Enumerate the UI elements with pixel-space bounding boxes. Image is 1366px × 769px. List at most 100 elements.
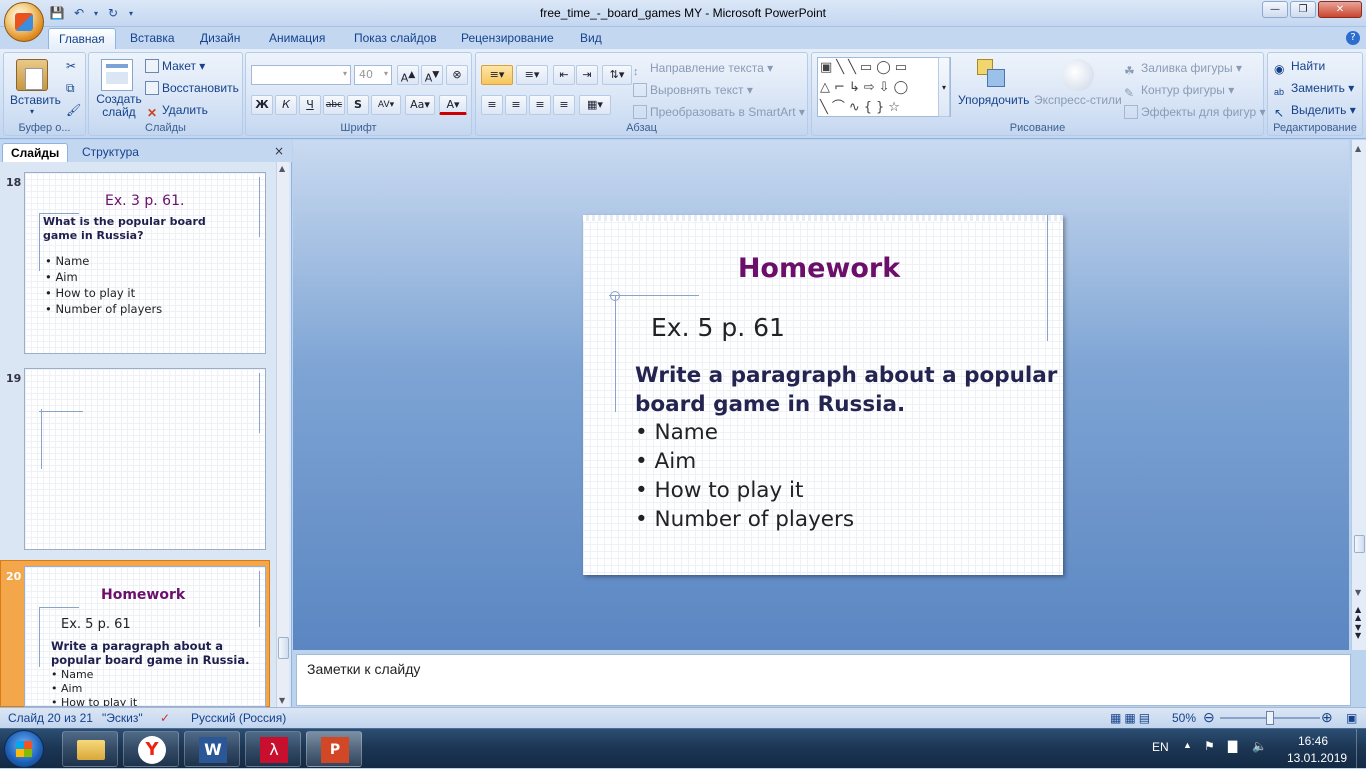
editor-scroll-thumb[interactable] bbox=[1354, 535, 1365, 553]
taskbar-powerpoint[interactable]: P bbox=[306, 731, 362, 767]
start-button[interactable] bbox=[4, 730, 44, 768]
language-tray[interactable]: EN bbox=[1152, 740, 1169, 754]
slide-bullet[interactable]: • Aim bbox=[635, 447, 854, 476]
shadow-icon[interactable]: S bbox=[347, 95, 369, 115]
tab-review[interactable]: Рецензирование bbox=[457, 31, 558, 45]
shape-outline-button[interactable]: ✎ Контур фигуры ▾ bbox=[1124, 83, 1234, 100]
spellcheck-icon[interactable]: ✓ bbox=[160, 711, 170, 725]
slideshow-view-icon[interactable]: ▤ bbox=[1139, 711, 1153, 725]
tray-expand-icon[interactable]: ▲ bbox=[1183, 740, 1192, 750]
columns-icon[interactable]: ▦▾ bbox=[579, 95, 611, 115]
notes-pane[interactable]: Заметки к слайду bbox=[296, 654, 1351, 706]
font-family-dropdown[interactable]: ▾ bbox=[251, 65, 351, 85]
zoom-out-icon[interactable]: ⊖ bbox=[1203, 709, 1215, 726]
align-center-icon[interactable]: ≡ bbox=[505, 95, 527, 115]
find-button[interactable]: ◉ Найти bbox=[1274, 59, 1325, 76]
office-button[interactable] bbox=[4, 2, 44, 42]
tab-home[interactable]: Главная bbox=[48, 28, 116, 50]
paste-dropdown-icon[interactable]: ▾ bbox=[30, 107, 34, 116]
font-size-dropdown[interactable]: 40 ▾ bbox=[354, 65, 392, 85]
volume-icon[interactable]: 🔈 bbox=[1252, 739, 1267, 753]
slide-thumbnail-19[interactable] bbox=[24, 368, 266, 550]
clock-date[interactable]: 13.01.2019 bbox=[1287, 751, 1347, 765]
taskbar-yandex[interactable]: Y bbox=[123, 731, 179, 767]
sorter-view-icon[interactable]: ▦ bbox=[1124, 711, 1138, 725]
slide-bullet[interactable]: • How to play it bbox=[635, 476, 854, 505]
restore-button[interactable]: ❐ bbox=[1290, 1, 1316, 18]
tab-outline[interactable]: Структура bbox=[74, 143, 147, 162]
justify-icon[interactable]: ≡ bbox=[553, 95, 575, 115]
flag-icon[interactable]: ⚑ bbox=[1204, 739, 1215, 753]
align-text-button[interactable]: Выровнять текст ▾ bbox=[633, 83, 753, 97]
close-button[interactable]: ✕ bbox=[1318, 1, 1362, 18]
scroll-up-icon[interactable]: ▲ bbox=[279, 164, 285, 173]
change-case-icon[interactable]: Aa▾ bbox=[405, 95, 435, 115]
select-button[interactable]: ↖ Выделить ▾ bbox=[1274, 103, 1356, 120]
smartart-button[interactable]: Преобразовать в SmartArt ▾ bbox=[633, 105, 805, 119]
copy-icon[interactable]: ⧉ bbox=[66, 81, 75, 96]
increase-indent-icon[interactable]: ⇥ bbox=[576, 65, 598, 85]
clock-time[interactable]: 16:46 bbox=[1298, 734, 1328, 748]
grow-font-icon[interactable]: A▲ bbox=[397, 65, 419, 85]
taskbar-explorer[interactable] bbox=[62, 731, 118, 767]
slide-subtitle[interactable]: Ex. 5 p. 61 bbox=[651, 313, 785, 342]
bullets-icon[interactable]: ≡▾ bbox=[481, 65, 513, 85]
slide-bullet[interactable]: • Number of players bbox=[635, 505, 854, 534]
italic-icon[interactable]: К bbox=[275, 95, 297, 115]
shapes-scroll-icon[interactable]: ▾ bbox=[938, 57, 950, 117]
pane-scroll-thumb[interactable] bbox=[278, 637, 289, 659]
layout-button[interactable]: Макет ▾ bbox=[145, 59, 205, 73]
shape-fill-button[interactable]: ☘ Заливка фигуры ▾ bbox=[1124, 61, 1242, 78]
show-desktop-button[interactable] bbox=[1356, 729, 1366, 769]
shrink-font-icon[interactable]: A▼ bbox=[421, 65, 443, 85]
slide-title[interactable]: Homework bbox=[583, 253, 1055, 284]
taskbar-acrobat[interactable]: λ bbox=[245, 731, 301, 767]
fit-window-icon[interactable]: ▣ bbox=[1346, 711, 1357, 725]
numbering-icon[interactable]: ≡▾ bbox=[516, 65, 548, 85]
decrease-indent-icon[interactable]: ⇤ bbox=[553, 65, 575, 85]
minimize-button[interactable]: — bbox=[1262, 1, 1288, 18]
tab-slideshow[interactable]: Показ слайдов bbox=[350, 31, 441, 45]
current-slide[interactable]: Homework Ex. 5 p. 61 Write a paragraph a… bbox=[583, 215, 1063, 575]
text-direction-button[interactable]: ↕ Направление текста ▾ bbox=[633, 61, 773, 80]
next-slide-icon[interactable]: ▼ ▼ bbox=[1355, 624, 1361, 640]
font-color-icon[interactable]: A▾ bbox=[439, 95, 467, 115]
shape-effects-button[interactable]: Эффекты для фигур ▾ bbox=[1124, 105, 1266, 119]
new-slide-button[interactable]: Создать слайд bbox=[95, 93, 143, 119]
delete-button[interactable]: ✕ Удалить bbox=[145, 103, 208, 120]
language-indicator[interactable]: Русский (Россия) bbox=[191, 711, 286, 725]
slide-bullet-list[interactable]: • Name • Aim • How to play it • Number o… bbox=[635, 418, 854, 534]
theme-name[interactable]: "Эскиз" bbox=[102, 711, 143, 725]
bold-icon[interactable]: Ж bbox=[251, 95, 273, 115]
replace-button[interactable]: ab Заменить ▾ bbox=[1274, 81, 1354, 101]
zoom-slider-knob[interactable] bbox=[1266, 711, 1274, 725]
pane-scrollbar[interactable]: ▲ ▼ bbox=[276, 162, 289, 707]
view-buttons[interactable]: ▦▦▤ bbox=[1110, 711, 1153, 725]
taskbar-word[interactable]: W bbox=[184, 731, 240, 767]
paste-button[interactable]: Вставить bbox=[10, 93, 61, 107]
quick-styles-button[interactable]: Экспресс-стили bbox=[1034, 93, 1122, 107]
strikethrough-icon[interactable]: abc bbox=[323, 95, 345, 115]
tab-animation[interactable]: Анимация bbox=[265, 31, 329, 45]
prev-slide-icon[interactable]: ▲ ▲ bbox=[1355, 606, 1361, 622]
help-icon[interactable]: ? bbox=[1346, 31, 1360, 45]
close-pane-icon[interactable]: × bbox=[274, 144, 284, 158]
cut-icon[interactable]: ✂ bbox=[66, 59, 76, 73]
normal-view-icon[interactable]: ▦ bbox=[1110, 711, 1124, 725]
zoom-in-icon[interactable]: ⊕ bbox=[1321, 709, 1333, 726]
zoom-level[interactable]: 50% bbox=[1172, 711, 1196, 725]
scroll-up-icon[interactable]: ▲ bbox=[1355, 144, 1361, 153]
scroll-down-icon[interactable]: ▼ bbox=[1355, 588, 1361, 597]
underline-icon[interactable]: Ч bbox=[299, 95, 321, 115]
arrange-button[interactable]: Упорядочить bbox=[958, 93, 1029, 107]
shapes-gallery[interactable]: ▣╲╲▭◯▭ △⌐↳⇨⇩◯ ╲⌒∿{}☆ bbox=[817, 57, 951, 117]
signal-icon[interactable]: ▇ bbox=[1228, 739, 1237, 753]
align-left-icon[interactable]: ≡ bbox=[481, 95, 503, 115]
slide-bullet[interactable]: • Name bbox=[635, 418, 854, 447]
char-spacing-icon[interactable]: AV▾ bbox=[371, 95, 401, 115]
slide-thumbnail-20[interactable]: Homework Ex. 5 p. 61 Write a paragraph a… bbox=[24, 566, 266, 707]
line-spacing-icon[interactable]: ⇅▾ bbox=[602, 65, 632, 85]
slide-body-text[interactable]: Write a paragraph about a popular board … bbox=[635, 361, 1059, 419]
tab-slides[interactable]: Слайды bbox=[2, 143, 69, 162]
reset-button[interactable]: Восстановить bbox=[145, 81, 239, 95]
